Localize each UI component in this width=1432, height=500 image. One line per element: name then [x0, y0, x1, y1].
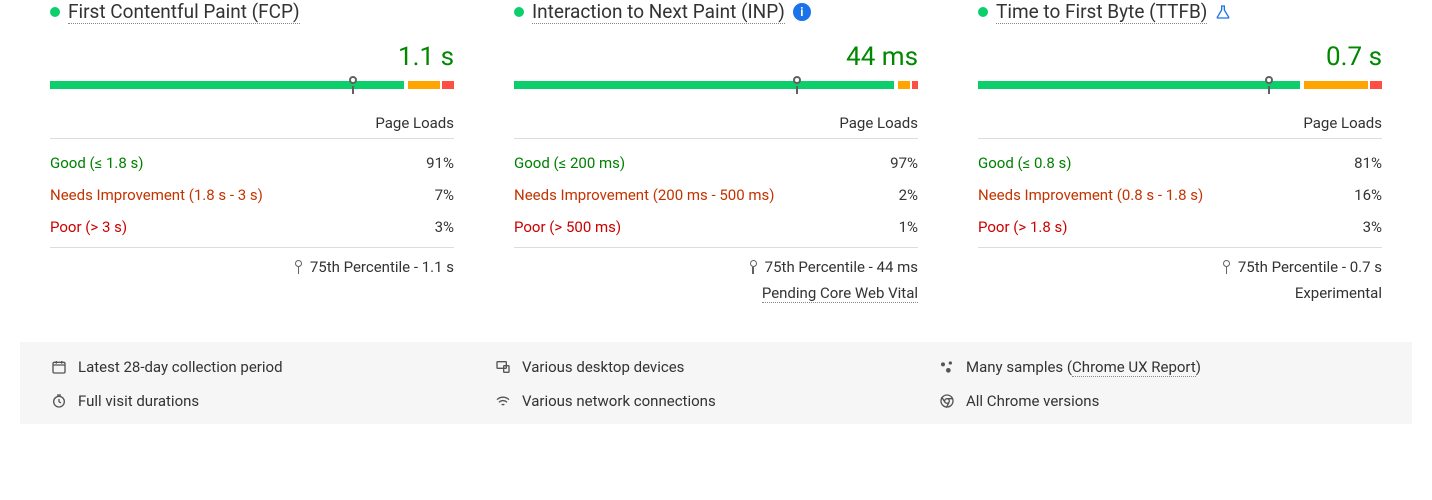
dist-good-pct: 81%	[1354, 154, 1382, 172]
percentile-row: 75th Percentile - 1.1 s	[50, 248, 454, 276]
status-dot	[514, 7, 524, 17]
dist-poor-row: Poor (> 1.8 s) 3%	[978, 211, 1382, 243]
metric-title[interactable]: Interaction to Next Paint (INP)	[532, 0, 785, 24]
chrome-icon	[938, 393, 956, 409]
percentile-marker	[349, 76, 357, 84]
chrome-ux-report-link[interactable]: Chrome UX Report	[1072, 358, 1196, 377]
footer-samples-post: )	[1196, 358, 1201, 376]
dist-ni-label: Needs Improvement (200 ms - 500 ms)	[514, 186, 774, 204]
dist-ni-row: Needs Improvement (1.8 s - 3 s) 7%	[50, 179, 454, 211]
dist-poor-pct: 3%	[435, 218, 454, 236]
pin-icon	[295, 260, 302, 274]
metric-value: 44 ms	[846, 42, 918, 72]
dist-good-row: Good (≤ 1.8 s) 91%	[50, 147, 454, 179]
dist-good-row: Good (≤ 0.8 s) 81%	[978, 147, 1382, 179]
dist-poor-pct: 1%	[899, 218, 918, 236]
footer-period: Latest 28-day collection period	[50, 358, 494, 376]
info-icon[interactable]: i	[793, 3, 811, 21]
status-dot	[978, 7, 988, 17]
footer-summary: Latest 28-day collection period Various …	[20, 342, 1412, 424]
flask-icon[interactable]	[1215, 3, 1231, 21]
footer-versions: All Chrome versions	[938, 392, 1382, 410]
clock-icon	[50, 393, 68, 409]
distribution-bar	[50, 78, 454, 92]
samples-icon	[938, 359, 956, 375]
dist-ni-pct: 2%	[899, 186, 918, 204]
pin-icon	[750, 260, 757, 274]
dist-ni-row: Needs Improvement (200 ms - 500 ms) 2%	[514, 179, 918, 211]
metric-status-text: Experimental	[1295, 284, 1382, 302]
metric-card: Interaction to Next Paint (INP) i 44 ms …	[514, 0, 918, 302]
dist-poor-row: Poor (> 500 ms) 1%	[514, 211, 918, 243]
dist-poor-label: Poor (> 1.8 s)	[978, 218, 1067, 236]
dist-good-label: Good (≤ 1.8 s)	[50, 154, 144, 172]
status-dot	[50, 7, 60, 17]
loads-header: Page Loads	[514, 114, 918, 139]
pin-icon	[1223, 260, 1230, 274]
dist-poor-label: Poor (> 3 s)	[50, 218, 127, 236]
dist-poor-label: Poor (> 500 ms)	[514, 218, 621, 236]
calendar-icon	[50, 359, 68, 375]
dist-ni-pct: 7%	[435, 186, 454, 204]
footer-samples-pre: Many samples (	[966, 358, 1072, 376]
metric-status-text[interactable]: Pending Core Web Vital	[762, 284, 918, 303]
dist-good-pct: 97%	[890, 154, 918, 172]
percentile-row: 75th Percentile - 44 ms	[514, 248, 918, 276]
metric-card: Time to First Byte (TTFB) 0.7 s Page Loa…	[978, 0, 1382, 302]
footer-connections: Various network connections	[494, 392, 938, 410]
dist-ni-label: Needs Improvement (1.8 s - 3 s)	[50, 186, 263, 204]
footer-durations-text: Full visit durations	[78, 392, 199, 410]
percentile-row: 75th Percentile - 0.7 s	[978, 248, 1382, 276]
metric-title[interactable]: First Contentful Paint (FCP)	[68, 0, 300, 24]
footer-durations: Full visit durations	[50, 392, 494, 410]
metric-title[interactable]: Time to First Byte (TTFB)	[996, 0, 1207, 24]
percentile-marker	[1265, 76, 1273, 84]
distribution-bar	[978, 78, 1382, 92]
percentile-text: 75th Percentile - 0.7 s	[1238, 258, 1382, 276]
metric-value: 1.1 s	[398, 42, 454, 72]
footer-devices-text: Various desktop devices	[522, 358, 684, 376]
dist-ni-pct: 16%	[1354, 186, 1382, 204]
desktop-icon	[494, 359, 512, 375]
metric-value: 0.7 s	[1326, 42, 1382, 72]
dist-good-label: Good (≤ 200 ms)	[514, 154, 625, 172]
loads-header: Page Loads	[50, 114, 454, 139]
footer-connections-text: Various network connections	[522, 392, 716, 410]
metric-status: Experimental	[978, 276, 1382, 302]
dist-ni-label: Needs Improvement (0.8 s - 1.8 s)	[978, 186, 1203, 204]
dist-ni-row: Needs Improvement (0.8 s - 1.8 s) 16%	[978, 179, 1382, 211]
dist-good-pct: 91%	[426, 154, 454, 172]
metric-status: Pending Core Web Vital	[514, 276, 918, 302]
dist-good-label: Good (≤ 0.8 s)	[978, 154, 1072, 172]
loads-header: Page Loads	[978, 114, 1382, 139]
dist-poor-pct: 3%	[1363, 218, 1382, 236]
percentile-text: 75th Percentile - 1.1 s	[310, 258, 454, 276]
footer-versions-text: All Chrome versions	[966, 392, 1099, 410]
distribution-bar	[514, 78, 918, 92]
footer-devices: Various desktop devices	[494, 358, 938, 376]
footer-samples: Many samples (Chrome UX Report)	[938, 358, 1382, 376]
footer-period-text: Latest 28-day collection period	[78, 358, 283, 376]
dist-poor-row: Poor (> 3 s) 3%	[50, 211, 454, 243]
percentile-text: 75th Percentile - 44 ms	[765, 258, 918, 276]
dist-good-row: Good (≤ 200 ms) 97%	[514, 147, 918, 179]
percentile-marker	[793, 76, 801, 84]
network-icon	[494, 393, 512, 409]
metric-card: First Contentful Paint (FCP) 1.1 s Page …	[50, 0, 454, 302]
